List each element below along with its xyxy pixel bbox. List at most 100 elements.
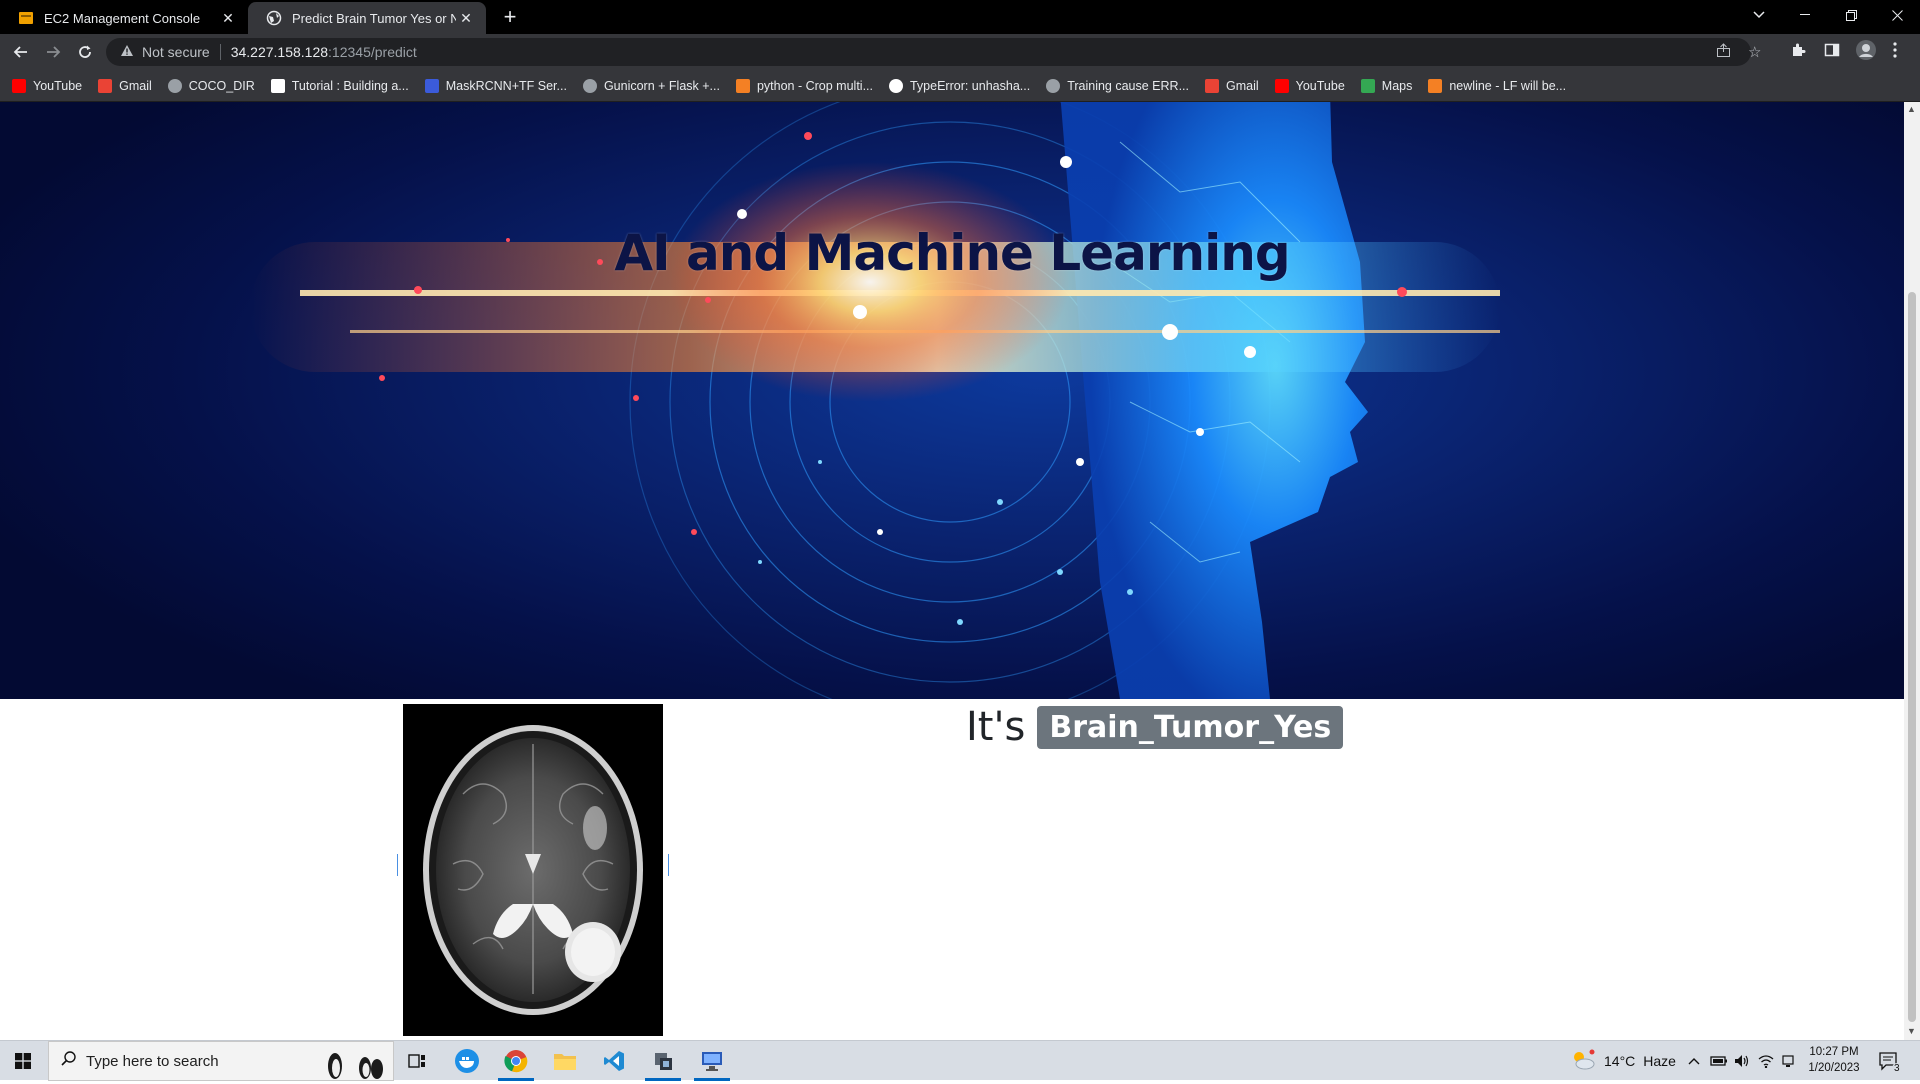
forward-icon[interactable]: [41, 40, 65, 64]
mri-scan-image: [403, 704, 663, 1036]
stackoverflow-icon: [735, 78, 750, 93]
remote-desktop-icon[interactable]: [688, 1041, 736, 1081]
address-bar[interactable]: Not secure 34.227.158.128:12345/predict …: [106, 38, 1761, 66]
bookmarks-bar: YouTube Gmail COCO_DIR Tutorial : Building …: [0, 70, 1920, 102]
penguins-icon: [317, 1044, 387, 1084]
file-explorer-icon[interactable]: [541, 1041, 589, 1081]
bookmark-item[interactable]: YouTube: [12, 78, 83, 93]
youtube-icon: [12, 78, 26, 93]
tab-search-icon[interactable]: [1736, 0, 1782, 30]
bookmark-item[interactable]: Gmail: [98, 78, 152, 93]
close-icon[interactable]: ✕: [218, 10, 238, 27]
bookmark-item[interactable]: YouTube: [1274, 78, 1345, 93]
back-icon[interactable]: [9, 40, 33, 64]
bookmark-label: TypeError: unhasha...: [909, 78, 1031, 93]
task-view-icon[interactable]: [393, 1041, 441, 1081]
hero-title: AI and Machine Learning: [614, 224, 1290, 282]
search-icon: [61, 1051, 76, 1071]
share-icon[interactable]: [1716, 43, 1731, 62]
bookmark-label: Gunicorn + Flask +...: [603, 78, 720, 93]
bookmark-label: Gmail: [1226, 78, 1259, 93]
bookmark-item[interactable]: Gunicorn + Flask +...: [582, 78, 720, 93]
globe-icon: [266, 10, 282, 26]
display-icon[interactable]: [1782, 1041, 1796, 1081]
bookmark-item[interactable]: Tutorial : Building a...: [270, 78, 409, 93]
scroll-up-icon[interactable]: ▲: [1907, 104, 1916, 114]
bookmark-item[interactable]: COCO_DIR: [167, 78, 255, 93]
maps-icon: [1360, 78, 1375, 93]
profile-avatar[interactable]: [1855, 39, 1877, 66]
divider: [219, 44, 221, 60]
tab-predict-brain-tumor[interactable]: Predict Brain Tumor Yes or Not D ✕: [248, 2, 486, 34]
page-content: AI and Machine Learning It's Brain_Tumor…: [0, 102, 1920, 1040]
weather-temp: 14°C: [1604, 1053, 1636, 1069]
bookmark-label: Gmail: [119, 78, 152, 93]
github-icon: [1046, 78, 1061, 93]
hero-banner: AI and Machine Learning: [0, 102, 1904, 699]
restore-icon[interactable]: [1828, 0, 1874, 30]
bookmark-item[interactable]: python - Crop multi...: [735, 78, 873, 93]
aws-icon: [18, 10, 34, 26]
windows-taskbar: Type here to search 14°C Haze 10:27 PM 1…: [0, 1040, 1920, 1081]
tab-title: EC2 Management Console: [44, 10, 201, 26]
scrollbar-thumb[interactable]: [1908, 292, 1916, 1022]
selection-handle: [397, 854, 398, 876]
bookmark-item[interactable]: MaskRCNN+TF Ser...: [424, 78, 567, 93]
weather-widget[interactable]: 14°C Haze: [1570, 1041, 1676, 1081]
warning-icon[interactable]: [120, 44, 134, 60]
vertical-scrollbar[interactable]: ▲ ▼: [1904, 102, 1920, 1040]
close-icon[interactable]: ✕: [456, 10, 476, 27]
tab-title: Predict Brain Tumor Yes or Not D: [292, 10, 456, 26]
extensions-icon[interactable]: [1790, 42, 1806, 63]
windows-start-icon[interactable]: [0, 1041, 46, 1081]
bookmark-label: YouTube: [33, 78, 83, 93]
volume-icon[interactable]: [1734, 1041, 1750, 1081]
prediction-result: It's Brain_Tumor_Yes: [966, 704, 1344, 750]
weather-icon: [1570, 1049, 1596, 1074]
gmail-icon: [98, 78, 113, 93]
security-label[interactable]: Not secure: [142, 44, 210, 60]
taskbar-search-input[interactable]: Type here to search: [48, 1041, 394, 1081]
ai-head-illustration: [250, 102, 1500, 699]
wifi-icon[interactable]: [1758, 1041, 1774, 1081]
settings-app-icon[interactable]: [639, 1041, 687, 1081]
bookmark-label: Maps: [1381, 78, 1413, 93]
new-tab-button[interactable]: +: [498, 4, 522, 30]
tab-ec2-console[interactable]: EC2 Management Console ✕: [0, 2, 248, 34]
bookmark-item[interactable]: Training cause ERR...: [1046, 78, 1189, 93]
stackoverflow-icon: [1428, 78, 1443, 93]
url-host: 34.227.158.128: [230, 44, 329, 60]
gmail-icon: [1205, 78, 1219, 93]
selection-handle: [668, 854, 669, 876]
window-close-icon[interactable]: [1874, 0, 1920, 30]
bookmark-star-icon[interactable]: ☆: [1748, 43, 1761, 61]
minimize-icon[interactable]: [1782, 0, 1828, 30]
notification-center-icon[interactable]: 3: [1878, 1041, 1902, 1081]
browser-toolbar: Not secure 34.227.158.128:12345/predict …: [0, 34, 1920, 70]
docker-icon[interactable]: [443, 1041, 491, 1081]
scroll-down-icon[interactable]: ▼: [1907, 1026, 1916, 1036]
github-icon: [167, 78, 182, 93]
menu-kebab-icon[interactable]: [1893, 42, 1897, 63]
bookmark-label: python - Crop multi...: [756, 78, 873, 93]
battery-icon[interactable]: [1710, 1041, 1728, 1081]
github-icon: [888, 78, 903, 93]
bookmark-label: newline - LF will be...: [1449, 78, 1567, 93]
chevron-up-icon[interactable]: [1688, 1041, 1700, 1081]
bookmark-item[interactable]: newline - LF will be...: [1428, 78, 1567, 93]
reload-icon[interactable]: [73, 40, 97, 64]
system-clock[interactable]: 10:27 PM 1/20/2023: [1804, 1044, 1864, 1076]
search-placeholder: Type here to search: [86, 1052, 219, 1070]
bookmark-label: Training cause ERR...: [1067, 78, 1189, 93]
bookmark-label: Tutorial : Building a...: [291, 78, 409, 93]
vscode-icon[interactable]: [590, 1041, 638, 1081]
bookmark-item[interactable]: Gmail: [1205, 78, 1259, 93]
chrome-icon[interactable]: [492, 1041, 540, 1081]
bookmark-item[interactable]: Maps: [1360, 78, 1413, 93]
bookmark-item[interactable]: TypeError: unhasha...: [888, 78, 1031, 93]
side-panel-icon[interactable]: [1824, 42, 1840, 63]
bookmark-label: MaskRCNN+TF Ser...: [445, 78, 567, 93]
notification-count: 3: [1892, 1063, 1902, 1074]
medium-icon: [270, 78, 285, 93]
clock-date: 1/20/2023: [1808, 1062, 1860, 1074]
